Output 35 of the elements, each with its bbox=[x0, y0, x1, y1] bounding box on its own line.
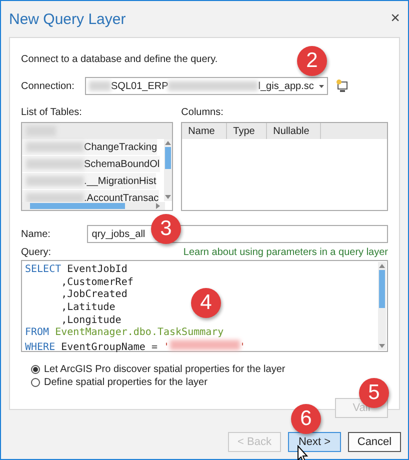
redaction-blur bbox=[26, 142, 84, 152]
table-list-item[interactable]: ChangeTracking bbox=[22, 139, 158, 156]
column-header[interactable]: Name bbox=[182, 123, 228, 139]
tables-label: List of Tables: bbox=[21, 107, 82, 118]
table-list-item[interactable]: .__MigrationHist bbox=[22, 173, 156, 190]
vertical-scrollbar[interactable] bbox=[378, 262, 386, 350]
connection-label: Connection: bbox=[21, 80, 76, 92]
redaction-blur bbox=[89, 81, 111, 91]
column-header[interactable]: Type bbox=[227, 123, 268, 139]
radio-button[interactable] bbox=[31, 378, 40, 387]
parameters-link[interactable]: Learn about using parameters in a query layer bbox=[183, 247, 388, 258]
redaction-blur bbox=[170, 340, 240, 350]
close-button[interactable]: × bbox=[390, 10, 400, 28]
columns-label: Columns: bbox=[181, 107, 224, 118]
radio-label: Define spatial properties for the layer bbox=[44, 377, 208, 388]
connection-dropdown[interactable]: SQL01_ERP l_gis_app.sc bbox=[85, 77, 328, 95]
window-title: New Query Layer bbox=[9, 10, 126, 28]
redaction-blur bbox=[26, 159, 84, 169]
table-list-item[interactable]: SchemaBoundOl bbox=[22, 156, 160, 173]
cursor-icon bbox=[297, 445, 309, 460]
radio-label: Let ArcGIS Pro discover spatial properties for the layer bbox=[44, 364, 286, 375]
vertical-scrollbar[interactable] bbox=[164, 139, 172, 201]
dialog-button[interactable]: Next > bbox=[288, 432, 341, 452]
column-header[interactable]: Nullable bbox=[267, 123, 322, 139]
horizontal-scrollbar[interactable] bbox=[22, 202, 165, 210]
redaction-blur bbox=[26, 193, 84, 203]
instruction-text: Connect to a database and define the query. bbox=[21, 54, 218, 65]
radio-button[interactable] bbox=[31, 365, 40, 374]
database-icon[interactable] bbox=[336, 79, 348, 93]
caret-icon bbox=[319, 84, 324, 88]
name-label: Name: bbox=[21, 228, 52, 240]
query-label: Query: bbox=[21, 247, 52, 258]
tables-list[interactable]: ChangeTracking SchemaBoundOl .__MigrationHist .AccountTransac bbox=[21, 122, 174, 211]
dialog-button[interactable]: Cancel bbox=[348, 432, 401, 452]
redaction-blur bbox=[26, 176, 84, 186]
